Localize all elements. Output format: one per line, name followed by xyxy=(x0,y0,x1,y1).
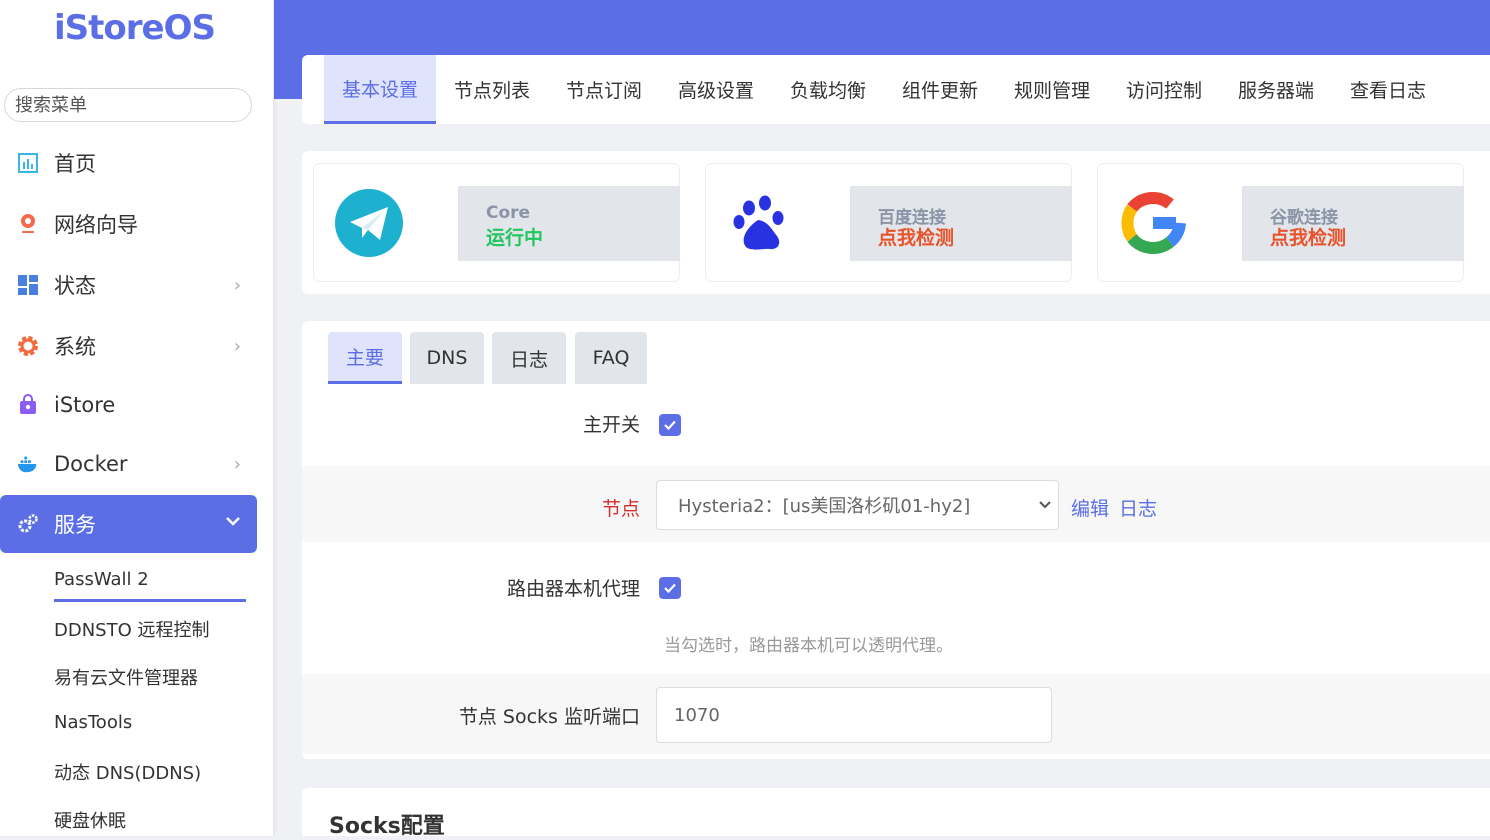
row-node: 节点 Hysteria2：[us美国洛杉矶01-hy2] 编辑 日志 xyxy=(302,466,1490,542)
sidebar-item-services[interactable]: 服务 xyxy=(0,495,257,553)
status-panel-google: 谷歌连接 点我检测 xyxy=(1242,186,1464,261)
tab-node-subscribe[interactable]: 节点订阅 xyxy=(548,55,660,124)
docker-whale-icon xyxy=(16,452,40,476)
node-log-link[interactable]: 日志 xyxy=(1119,494,1157,521)
subtab-dns[interactable]: DNS xyxy=(410,332,484,384)
gear-icon xyxy=(16,334,40,358)
sidebar-item-label: 状态 xyxy=(54,274,96,298)
socks-port-input[interactable] xyxy=(656,687,1052,743)
row-router-proxy: 路由器本机代理 当勾选时，路由器本机可以透明代理。 xyxy=(302,542,1490,674)
subitem-linkease-file-manager[interactable]: 易有云文件管理器 xyxy=(54,664,198,690)
tab-rule-manage[interactable]: 规则管理 xyxy=(996,55,1108,124)
chevron-down-icon xyxy=(225,511,241,532)
subtab-faq[interactable]: FAQ xyxy=(575,332,647,384)
sidebar-item-label: 网络向导 xyxy=(54,213,138,237)
shopping-bag-icon xyxy=(16,393,40,417)
tab-load-balance[interactable]: 负载均衡 xyxy=(772,55,884,124)
baidu-check-link[interactable]: 点我检测 xyxy=(878,223,954,250)
dashboard-icon xyxy=(16,151,40,175)
sidebar-item-network-wizard[interactable]: 网络向导 xyxy=(0,195,257,253)
chevron-right-icon: › xyxy=(233,335,241,357)
sidebar-item-label: Docker xyxy=(54,452,128,476)
sidebar-item-label: 系统 xyxy=(54,335,96,359)
node-select-value: Hysteria2：[us美国洛杉矶01-hy2] xyxy=(678,496,971,517)
subtab-log[interactable]: 日志 xyxy=(492,332,566,384)
router-proxy-label: 路由器本机代理 xyxy=(506,578,640,600)
status-panel: Core 运行中 百度连接 点我检测 谷歌连接 点我检测 xyxy=(302,151,1490,294)
checkmark-icon xyxy=(664,583,676,594)
router-proxy-checkbox[interactable] xyxy=(659,577,681,599)
checkmark-icon xyxy=(664,420,676,431)
status-baidu: 百度连接 点我检测 xyxy=(705,163,1072,282)
socks-config-section: Socks配置 xyxy=(302,788,1490,839)
router-proxy-hint: 当勾选时，路由器本机可以透明代理。 xyxy=(664,636,953,656)
status-google: 谷歌连接 点我检测 xyxy=(1097,163,1464,282)
sidebar-item-docker[interactable]: Docker › xyxy=(0,435,257,493)
status-panel-core: Core 运行中 xyxy=(458,186,680,261)
subitem-nastools[interactable]: NasTools xyxy=(54,712,132,733)
row-main-switch: 主开关 xyxy=(302,384,1490,466)
subtab-main[interactable]: 主要 xyxy=(328,332,402,384)
sidebar-item-label: 服务 xyxy=(54,513,96,537)
node-select[interactable]: Hysteria2：[us美国洛杉矶01-hy2] xyxy=(656,480,1059,530)
chevron-down-icon xyxy=(1038,495,1052,518)
globe-pin-icon xyxy=(16,212,40,236)
node-edit-link[interactable]: 编辑 xyxy=(1071,494,1109,521)
sidebar-item-label: 首页 xyxy=(54,152,96,176)
grid-icon xyxy=(16,273,40,297)
search-menu-input[interactable] xyxy=(4,88,252,122)
sidebar-item-system[interactable]: 系统 › xyxy=(0,317,257,375)
top-tabs: 基本设置 节点列表 节点订阅 高级设置 负载均衡 组件更新 规则管理 访问控制 … xyxy=(302,55,1490,124)
sidebar-item-status[interactable]: 状态 › xyxy=(0,256,257,314)
status-label: Core xyxy=(486,203,531,223)
tab-access-control[interactable]: 访问控制 xyxy=(1108,55,1220,124)
chevron-right-icon: › xyxy=(233,274,241,296)
tab-component-update[interactable]: 组件更新 xyxy=(884,55,996,124)
baidu-paw-icon xyxy=(726,188,796,258)
chevron-right-icon: › xyxy=(233,453,241,475)
cogs-icon xyxy=(16,512,40,536)
subitem-disk-sleep[interactable]: 硬盘休眠 xyxy=(54,807,126,833)
tab-node-list[interactable]: 节点列表 xyxy=(436,55,548,124)
status-panel-baidu: 百度连接 点我检测 xyxy=(850,186,1072,261)
tab-view-log[interactable]: 查看日志 xyxy=(1332,55,1444,124)
telegram-plane-icon xyxy=(334,188,404,258)
sidebar: iStoreOS 首页 网络向导 状态 › 系统 › iStore xyxy=(0,0,274,836)
subitem-ddns[interactable]: 动态 DNS(DDNS) xyxy=(54,759,201,785)
tab-advanced-settings[interactable]: 高级设置 xyxy=(660,55,772,124)
main-switch-label: 主开关 xyxy=(582,414,640,436)
tab-server[interactable]: 服务器端 xyxy=(1220,55,1332,124)
row-socks-port: 节点 Socks 监听端口 xyxy=(302,674,1490,754)
socks-port-label: 节点 Socks 监听端口 xyxy=(458,706,640,728)
sidebar-item-home[interactable]: 首页 xyxy=(0,134,257,192)
subitem-passwall2[interactable]: PassWall 2 xyxy=(54,569,149,590)
tab-basic-settings[interactable]: 基本设置 xyxy=(324,55,436,124)
status-value: 运行中 xyxy=(486,227,544,249)
sidebar-item-istore[interactable]: iStore xyxy=(0,376,257,434)
node-label: 节点 xyxy=(601,498,640,520)
active-subitem-indicator xyxy=(54,599,246,602)
logo[interactable]: iStoreOS xyxy=(54,8,216,48)
status-core: Core 运行中 xyxy=(313,163,680,282)
main-switch-checkbox[interactable] xyxy=(659,414,681,436)
sidebar-item-label: iStore xyxy=(54,393,116,417)
socks-config-title: Socks配置 xyxy=(329,814,445,839)
google-check-link[interactable]: 点我检测 xyxy=(1270,223,1346,250)
google-g-icon xyxy=(1118,188,1188,258)
subitem-ddnsto[interactable]: DDNSTO 远程控制 xyxy=(54,616,210,642)
main-settings-panel: 主要 DNS 日志 FAQ 主开关 节点 Hysteria2：[us美国洛杉矶0… xyxy=(302,321,1490,759)
